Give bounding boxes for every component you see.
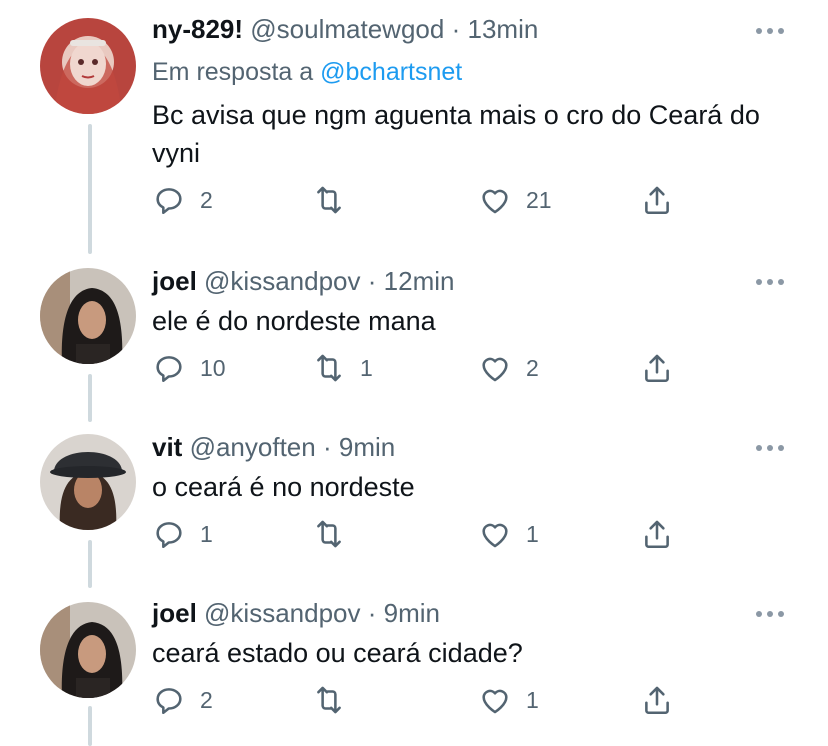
like-count: 2	[526, 354, 539, 381]
more-icon[interactable]	[754, 608, 786, 620]
retweet-button[interactable]	[312, 180, 360, 220]
reply-icon	[156, 188, 182, 215]
reply-count: 10	[200, 354, 226, 381]
reply-button[interactable]: 10	[152, 348, 226, 388]
share-icon	[645, 686, 669, 715]
replying-label: Em resposta a	[152, 58, 314, 86]
avatar[interactable]	[40, 268, 136, 364]
tweet-text: Bc avisa que ngm aguenta mais o cro do C…	[152, 100, 760, 168]
reply-mention-link[interactable]: @bchartsnet	[320, 58, 462, 86]
retweet-button[interactable]	[312, 514, 360, 554]
reply-icon	[156, 356, 182, 383]
share-button[interactable]	[640, 680, 674, 720]
tweet-header: joel @kissandpov · 12min	[152, 266, 454, 297]
like-button[interactable]: 1	[478, 514, 539, 554]
heart-icon	[482, 357, 508, 382]
retweet-icon	[317, 520, 341, 548]
display-name[interactable]: vit	[152, 432, 182, 462]
reply-icon	[156, 522, 182, 549]
tweet-text: ceará estado ou ceará cidade?	[152, 638, 523, 668]
share-icon	[645, 520, 669, 549]
retweet-icon	[317, 186, 341, 214]
avatar[interactable]	[40, 18, 136, 114]
like-button[interactable]: 21	[478, 180, 552, 220]
username[interactable]: @kissandpov	[204, 266, 360, 296]
like-count: 21	[526, 186, 552, 213]
like-button[interactable]: 2	[478, 348, 539, 388]
display-name[interactable]: joel	[152, 266, 197, 296]
retweet-icon	[317, 354, 341, 382]
display-name[interactable]: ny-829!	[152, 14, 243, 44]
reply-button[interactable]: 2	[152, 680, 213, 720]
action-bar: 2 21	[152, 180, 692, 220]
separator: ·	[367, 598, 377, 628]
action-bar: 2 1	[152, 680, 692, 720]
more-icon[interactable]	[754, 276, 786, 288]
tweet-header: vit @anyoften · 9min	[152, 432, 395, 463]
reply-button[interactable]: 2	[152, 180, 213, 220]
reply-count: 2	[200, 186, 213, 213]
reply-icon	[156, 688, 182, 715]
heart-icon	[482, 689, 508, 714]
tweet-header: joel @kissandpov · 9min	[152, 598, 440, 629]
username[interactable]: @kissandpov	[204, 598, 360, 628]
action-bar: 10 1 2	[152, 348, 692, 388]
tweet[interactable]: joel @kissandpov · 9min ceará estado ou …	[0, 590, 828, 745]
display-name[interactable]: joel	[152, 598, 197, 628]
like-count: 1	[526, 686, 539, 713]
tweet-text: ele é do nordeste mana	[152, 306, 436, 336]
separator: ·	[322, 432, 332, 462]
retweet-count: 1	[360, 354, 373, 381]
reply-count: 2	[200, 686, 213, 713]
share-button[interactable]	[640, 180, 674, 220]
heart-icon	[482, 189, 508, 214]
username[interactable]: @anyoften	[190, 432, 316, 462]
tweet-header: ny-829! @soulmatewgod · 13min	[152, 14, 538, 45]
share-button[interactable]	[640, 348, 674, 388]
timestamp[interactable]: 13min	[467, 14, 538, 44]
timestamp[interactable]: 9min	[339, 432, 395, 462]
share-icon	[645, 186, 669, 215]
share-icon	[645, 354, 669, 383]
like-count: 1	[526, 520, 539, 547]
more-icon[interactable]	[754, 25, 786, 37]
replying-to: Em resposta a @bchartsnet	[152, 58, 462, 87]
timestamp[interactable]: 12min	[384, 266, 455, 296]
tweet[interactable]: joel @kissandpov · 12min ele é do nordes…	[0, 258, 828, 418]
heart-icon	[482, 523, 508, 548]
tweet[interactable]: vit @anyoften · 9min o ceará é no nordes…	[0, 424, 828, 584]
separator: ·	[451, 14, 461, 44]
more-icon[interactable]	[754, 442, 786, 454]
username[interactable]: @soulmatewgod	[250, 14, 444, 44]
tweet-text: o ceará é no nordeste	[152, 472, 415, 502]
timestamp[interactable]: 9min	[384, 598, 440, 628]
avatar[interactable]	[40, 602, 136, 698]
share-button[interactable]	[640, 514, 674, 554]
avatar[interactable]	[40, 434, 136, 530]
retweet-icon	[317, 686, 341, 714]
action-bar: 1 1	[152, 514, 692, 554]
like-button[interactable]: 1	[478, 680, 539, 720]
tweet[interactable]: ny-829! @soulmatewgod · 13min Em respost…	[0, 0, 828, 250]
retweet-button[interactable]	[312, 680, 360, 720]
retweet-button[interactable]: 1	[312, 348, 373, 388]
reply-count: 1	[200, 520, 213, 547]
reply-button[interactable]: 1	[152, 514, 213, 554]
separator: ·	[367, 266, 377, 296]
